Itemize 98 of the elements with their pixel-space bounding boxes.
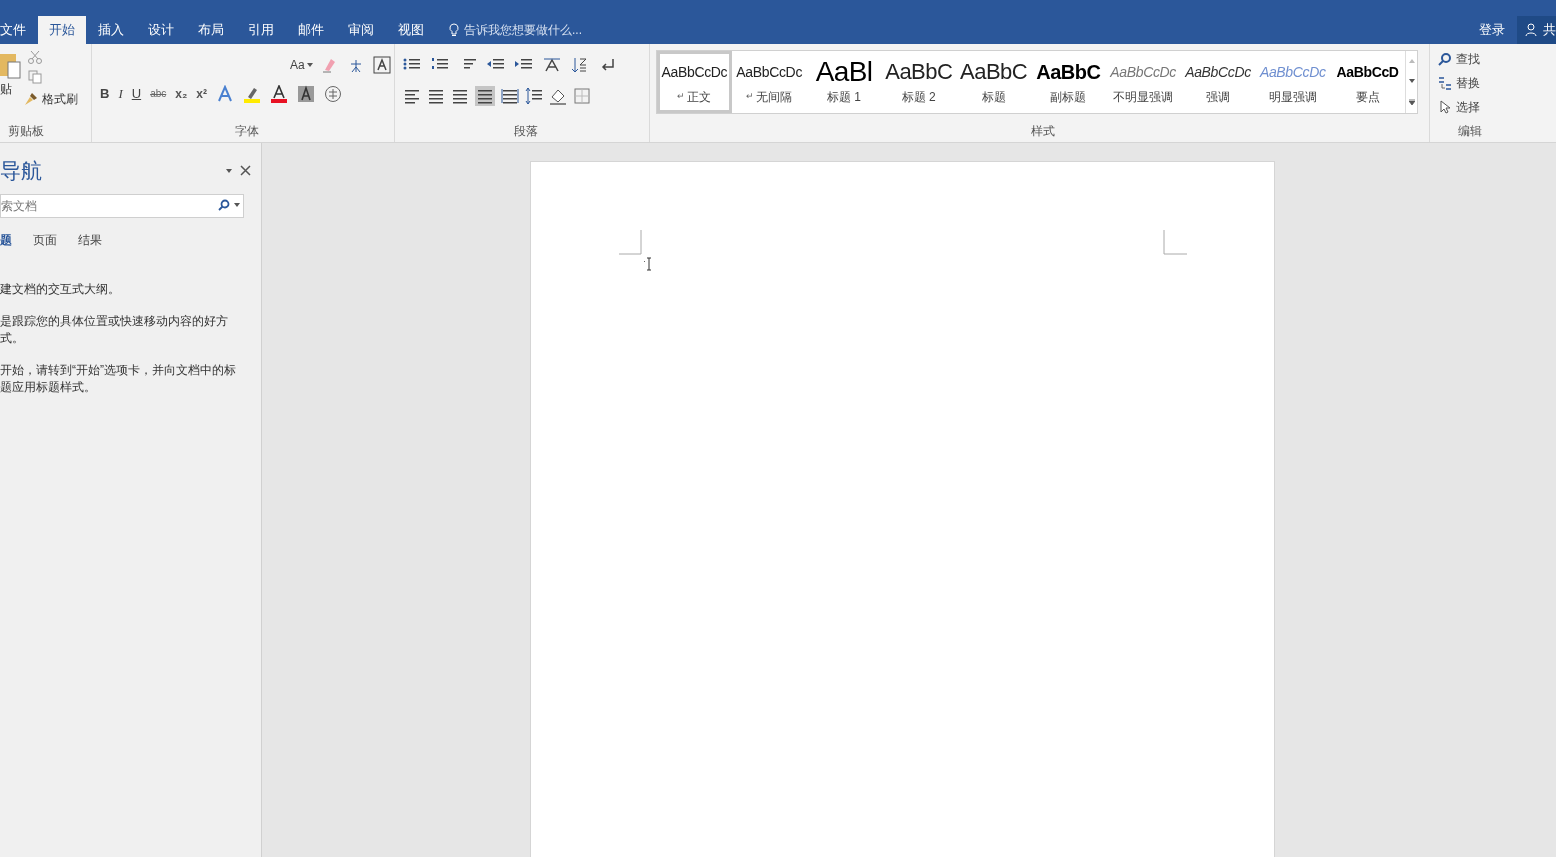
group-label: 段落 (513, 123, 539, 140)
text-direction-icon[interactable] (543, 56, 561, 74)
group-label: 剪贴板 (7, 123, 45, 140)
replace-icon (1438, 76, 1452, 90)
style-label: 无间隔 (756, 89, 793, 106)
ribbon-tab[interactable]: 文件 (0, 16, 38, 44)
character-border-icon[interactable] (372, 56, 391, 74)
pane-title: 导航 (0, 158, 42, 184)
share-button[interactable]: 共 (1517, 16, 1556, 44)
style-item[interactable]: AaBbCcDc ↵ 正文 (657, 51, 732, 113)
font-style-button[interactable]: B (100, 84, 110, 104)
editing-button[interactable]: 查找 (1438, 50, 1502, 68)
style-preview: AaBbCcDc (736, 63, 803, 82)
style-label: 标题 (981, 89, 1006, 106)
enclosed-character-icon[interactable] (323, 84, 342, 103)
pane-tab[interactable]: 结果 (78, 230, 102, 249)
tell-me-field[interactable]: 告诉我您想要做什么... (464, 21, 582, 39)
style-item[interactable]: AaBbCcDc 明显强调 (1255, 51, 1331, 113)
align-center-icon[interactable] (427, 87, 445, 105)
scroll-down-icon[interactable] (1408, 79, 1415, 83)
text-effects-icon[interactable] (215, 84, 234, 103)
pane-tab[interactable]: 页面 (33, 230, 57, 249)
lightbulb-icon (448, 23, 460, 37)
ribbon-tab[interactable]: 审阅 (336, 16, 386, 44)
paste-button[interactable]: 贴 (0, 80, 12, 98)
style-item[interactable]: AaBbCcDc 强调 (1180, 51, 1256, 113)
font-style-button[interactable]: U (131, 84, 142, 104)
style-label: 要点 (1355, 89, 1380, 106)
font-style-button[interactable]: x² (196, 84, 207, 103)
close-icon[interactable] (240, 165, 251, 177)
sort-icon[interactable] (571, 56, 589, 74)
pointer-icon (1438, 100, 1452, 114)
change-case-button[interactable]: Aa (290, 56, 313, 74)
style-preview: AaBbCcD (1336, 63, 1399, 82)
format-painter-button[interactable]: 格式刷 (24, 90, 78, 108)
editing-button[interactable]: 替换 (1438, 74, 1502, 92)
style-item[interactable]: AaBbCcDc ↵ 无间隔 (731, 51, 807, 113)
style-preview: AaBbC (1036, 60, 1101, 85)
ribbon-tab[interactable]: 引用 (236, 16, 286, 44)
caret-icon (234, 202, 240, 207)
style-preview: AaBbC (960, 58, 1028, 86)
margin-corner-icon (618, 230, 643, 256)
caret-icon (226, 168, 232, 173)
character-shading-icon[interactable] (296, 84, 315, 103)
more-styles-icon[interactable] (1408, 99, 1415, 105)
style-preview: AaBbC (885, 58, 953, 86)
style-item[interactable]: AaBbC 标题 2 (881, 51, 957, 113)
style-label: 明显强调 (1268, 89, 1317, 106)
style-preview: AaBbCcDc (1185, 63, 1251, 82)
ribbon-tab[interactable]: 插入 (86, 16, 136, 44)
editing-button[interactable]: 选择 (1438, 98, 1502, 116)
help-text: 开始，请转到“开始”选项卡，并向文档中的标题应用标题样式。 (0, 361, 237, 396)
align-left-icon[interactable] (403, 87, 421, 105)
justify-icon[interactable] (475, 86, 495, 106)
pane-tab[interactable]: 题 (0, 230, 12, 249)
brush-icon (24, 92, 38, 106)
style-label: 标题 2 (901, 89, 936, 106)
paragraph-mark: ↵ (746, 90, 755, 104)
style-preview: AaBl (815, 58, 873, 86)
ribbon-tab[interactable]: 布局 (186, 16, 236, 44)
search-field[interactable]: 索文档 (0, 193, 244, 218)
style-item[interactable]: AaBbCcD 要点 (1330, 51, 1405, 113)
search-icon (1438, 52, 1452, 66)
style-preview: AaBbCcDc (1110, 63, 1176, 82)
caret-icon (306, 63, 313, 67)
group-label: 编辑 (1457, 123, 1483, 140)
style-label: 强调 (1205, 89, 1230, 106)
style-label: 副标题 (1050, 89, 1087, 106)
style-label: 不明显强调 (1113, 89, 1174, 106)
font-style-button[interactable]: abc (150, 86, 167, 102)
sign-in-link[interactable]: 登录 (1467, 20, 1517, 40)
person-icon (1525, 23, 1539, 37)
style-item[interactable]: AaBbC 标题 (956, 51, 1031, 113)
style-item[interactable]: AaBl 标题 1 (806, 51, 882, 113)
shading-icon[interactable] (549, 87, 567, 105)
font-style-button[interactable]: x₂ (175, 84, 188, 103)
ribbon-tab[interactable]: 邮件 (286, 16, 336, 44)
style-preview: AaBbCcDc (1259, 63, 1326, 82)
line-spacing-icon[interactable] (525, 87, 543, 105)
group-label: 字体 (234, 123, 260, 140)
distributed-icon[interactable] (501, 87, 519, 105)
help-text: 是跟踪您的具体位置或快速移动内容的好方式。 (0, 312, 229, 347)
margin-corner-icon (1162, 230, 1187, 256)
font-color-icon[interactable] (269, 84, 288, 103)
style-label: 标题 1 (827, 89, 861, 106)
ribbon-tab[interactable]: 开始 (38, 16, 86, 44)
paragraph-mark: ↵ (677, 90, 686, 104)
group-label: 样式 (1029, 123, 1056, 140)
style-item[interactable]: AaBbC 副标题 (1031, 51, 1106, 113)
font-style-button[interactable]: I (118, 84, 123, 104)
search-icon[interactable] (218, 198, 230, 211)
style-item[interactable]: AaBbCcDc 不明显强调 (1105, 51, 1181, 113)
help-text: 建文档的交互式大纲。 (0, 280, 121, 298)
align-right-icon[interactable] (451, 87, 469, 105)
ribbon-tab[interactable]: 视图 (386, 16, 436, 44)
style-preview: AaBbCcDc (661, 63, 728, 82)
ribbon-tab[interactable]: 设计 (136, 16, 186, 44)
style-label: 正文 (687, 89, 712, 106)
